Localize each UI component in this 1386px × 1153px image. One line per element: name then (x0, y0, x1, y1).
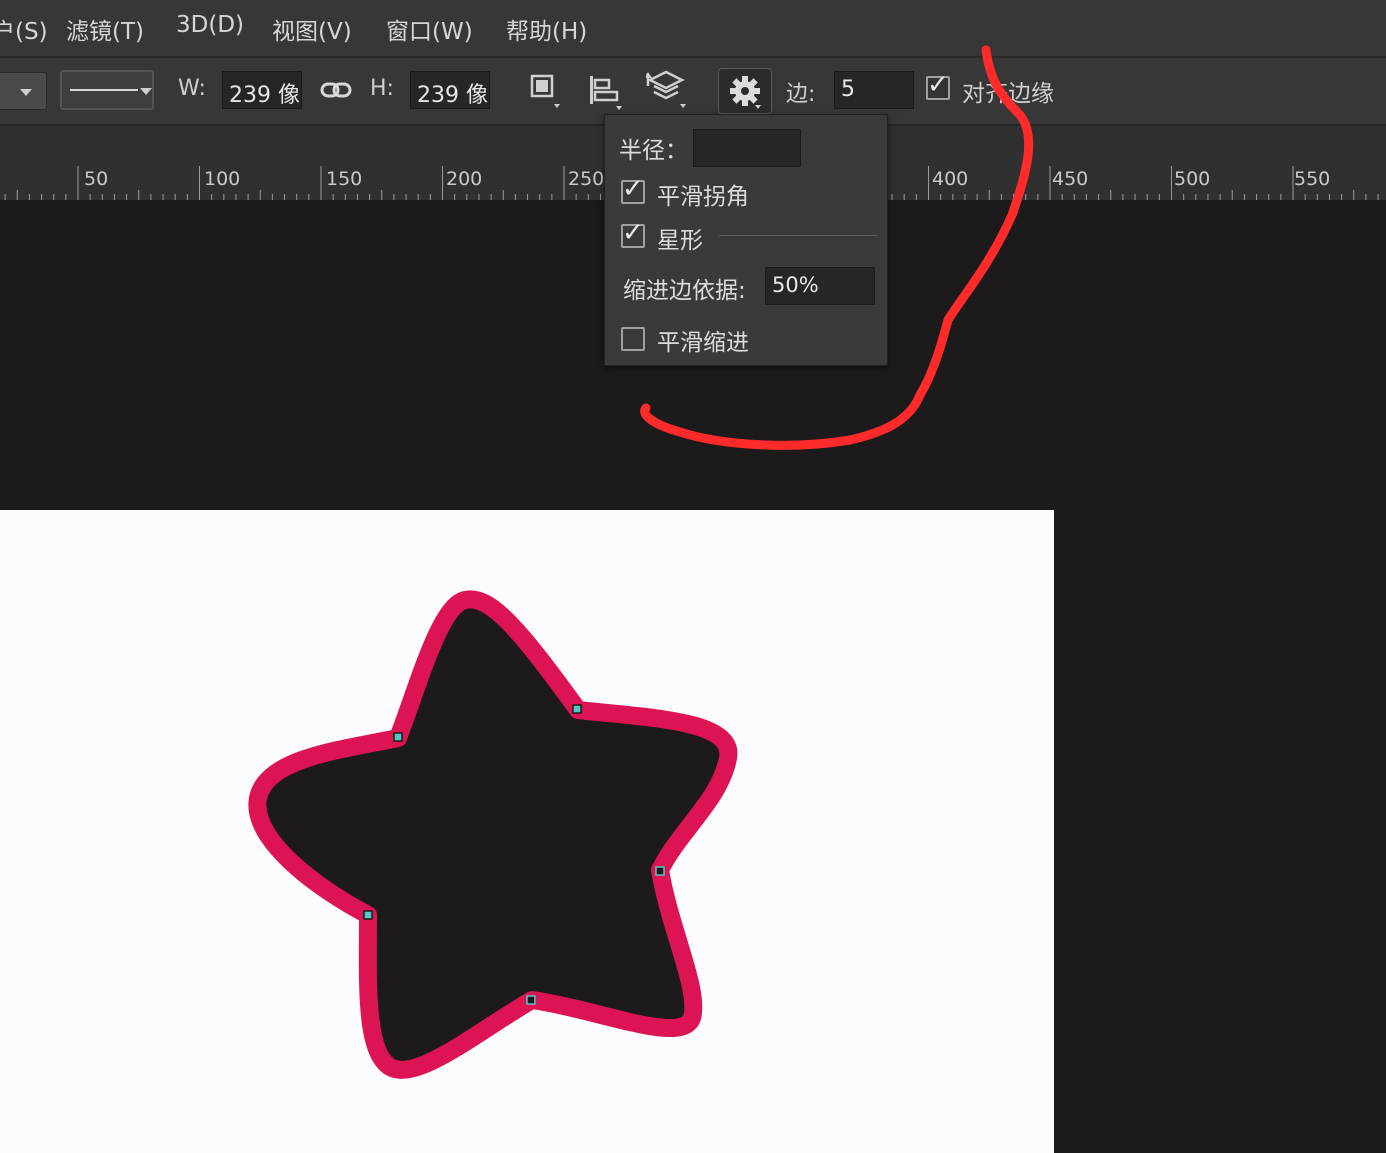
ruler-label: 450 (1052, 168, 1089, 190)
geometry-options-popup: 半径： ✓ 平滑拐角 ✓ 星形 缩进边依据: 50% 平滑缩进 (604, 114, 888, 366)
width-label: W: (178, 76, 206, 101)
height-label: H: (370, 76, 394, 101)
menu-view[interactable]: 视图(V) (272, 12, 352, 46)
ruler-label: 550 (1294, 168, 1331, 190)
smooth-indents-label: 平滑缩进 (657, 330, 749, 356)
radius-field[interactable] (693, 129, 801, 167)
anchor-point[interactable] (572, 704, 582, 714)
ruler-label: 100 (204, 168, 241, 190)
align-edges-checkbox[interactable]: ✓ (926, 70, 950, 100)
ruler-label: 150 (326, 168, 363, 190)
smooth-indents-checkbox[interactable] (621, 327, 645, 351)
stroke-type-icon (70, 89, 138, 91)
star-shape[interactable] (0, 510, 1054, 1153)
radius-label: 半径： (619, 138, 688, 164)
checkmark-icon: ✓ (622, 218, 644, 248)
ruler-label: 500 (1174, 168, 1211, 190)
menu-filter[interactable]: 滤镜(T) (66, 12, 144, 46)
indent-sides-label: 缩进边依据: (623, 278, 746, 304)
divider (719, 235, 877, 236)
ruler-label: 200 (446, 168, 483, 190)
width-field[interactable]: 239 像素 (222, 71, 302, 109)
sides-label: 边: (786, 82, 816, 107)
menu-help[interactable]: 帮助(H) (506, 12, 587, 46)
smooth-corners-label: 平滑拐角 (657, 184, 749, 210)
sides-field[interactable]: 5 (834, 71, 914, 109)
menu-window[interactable]: 窗口(W) (386, 12, 473, 46)
smooth-corners-checkbox[interactable]: ✓ (621, 174, 645, 204)
star-checkbox[interactable]: ✓ (621, 218, 645, 248)
path-operations-icon[interactable] (530, 74, 564, 116)
checkmark-icon: ✓ (622, 174, 644, 204)
anchor-point[interactable] (655, 866, 665, 876)
indent-sides-field[interactable]: 50% (765, 267, 875, 305)
checkmark-icon: ✓ (927, 70, 949, 100)
height-field[interactable]: 239 像素 (410, 71, 490, 109)
menu-bar: 户(S) 滤镜(T) 3D(D) 视图(V) 窗口(W) 帮助(H) (0, 0, 1386, 58)
anchor-point[interactable] (393, 732, 403, 742)
star-label: 星形 (657, 228, 703, 254)
path-alignment-icon[interactable] (588, 74, 626, 116)
gear-icon (729, 75, 763, 113)
ruler-label: 250 (568, 168, 605, 190)
chevron-down-icon (140, 88, 152, 95)
document-canvas[interactable] (0, 510, 1054, 1153)
shape-mode-dropdown[interactable] (0, 72, 47, 110)
link-icon[interactable] (320, 76, 352, 108)
anchor-point[interactable] (363, 910, 373, 920)
align-edges-label: 对齐边缘 (962, 81, 1054, 107)
chevron-down-icon (20, 89, 32, 96)
anchor-point[interactable] (526, 995, 536, 1005)
stroke-type-dropdown[interactable] (60, 70, 154, 110)
geometry-options-button[interactable] (718, 68, 772, 114)
menu-3d[interactable]: 3D(D) (176, 12, 244, 38)
ruler-label: 400 (932, 168, 969, 190)
ruler-label: 50 (84, 168, 109, 190)
menu-select[interactable]: 户(S) (0, 12, 48, 46)
path-arrangement-icon[interactable] (644, 70, 688, 114)
